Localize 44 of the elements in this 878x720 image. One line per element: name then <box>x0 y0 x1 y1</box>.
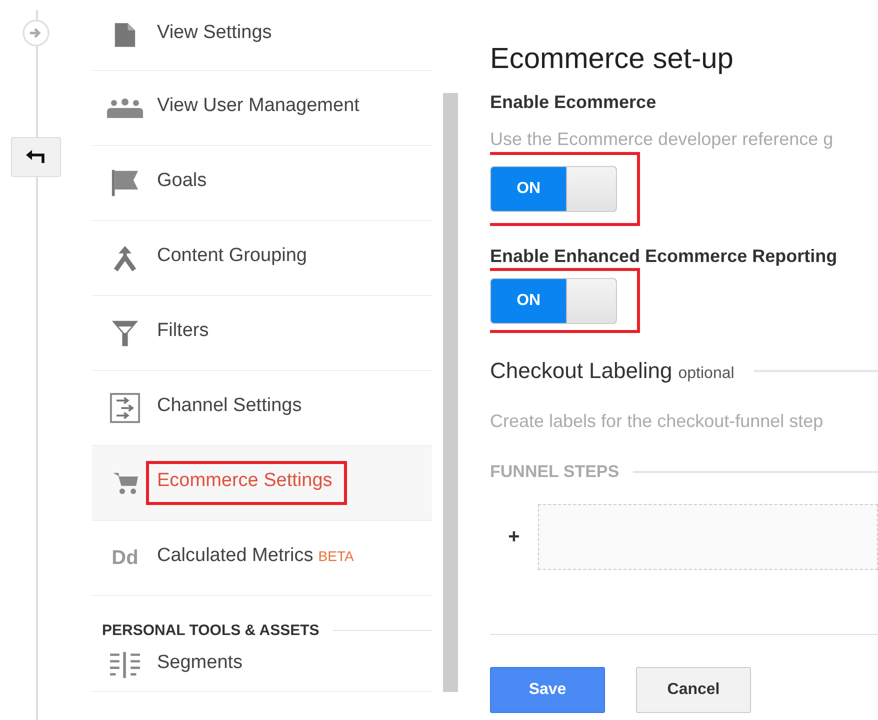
add-step-button[interactable]: + <box>490 526 538 548</box>
channel-settings-icon <box>110 393 140 423</box>
page-title: Ecommerce set-up <box>490 42 734 77</box>
sidebar-item-label: View User Management <box>157 95 360 117</box>
back-button[interactable] <box>11 137 61 177</box>
section-title: Checkout Labeling <box>490 358 672 384</box>
setting-label: Enable Ecommerce <box>490 92 658 113</box>
scrollbar[interactable] <box>443 93 458 692</box>
section-description: Create labels for the checkout-funnel step <box>490 411 824 432</box>
sidebar-item[interactable]: Ecommerce Settings <box>92 446 432 521</box>
sidebar-item[interactable]: Dd Calculated Metrics BETA <box>92 521 432 596</box>
cart-icon <box>112 471 138 495</box>
sidebar-item[interactable]: View Settings <box>92 0 432 71</box>
sidebar-item-label: View Settings <box>157 22 272 44</box>
back-arrow-icon <box>25 149 47 165</box>
document-icon <box>114 21 136 49</box>
setting-description: Use the Ecommerce developer reference g <box>490 129 834 150</box>
section-heading: PERSONAL TOOLS & ASSETS <box>102 622 320 639</box>
sidebar-item[interactable]: Filters <box>92 296 432 371</box>
cancel-button[interactable]: Cancel <box>636 667 751 713</box>
sidebar-item-label: Channel Settings <box>157 395 302 417</box>
toggle-switch[interactable]: ON <box>490 166 617 212</box>
forward-circle-icon[interactable] <box>22 19 50 47</box>
optional-note: optional <box>678 365 734 383</box>
setting-label: Enable Enhanced Ecommerce Reporting <box>490 246 838 267</box>
dd-icon: Dd <box>112 546 138 570</box>
beta-label: BETA <box>318 548 354 564</box>
sidebar-item[interactable]: Goals <box>92 146 432 221</box>
sidebar-item[interactable]: Content Grouping <box>92 221 432 296</box>
filter-icon <box>111 319 139 347</box>
sidebar-item-label: Ecommerce Settings <box>157 470 332 492</box>
sidebar-item[interactable]: Segments <box>92 639 432 692</box>
sidebar-item-label: Goals <box>157 170 207 192</box>
flag-icon <box>111 168 139 198</box>
sidebar-item[interactable]: View User Management <box>92 71 432 146</box>
merge-arrow-icon <box>113 244 137 272</box>
sidebar-item-label: Filters <box>157 320 209 342</box>
toggle-switch[interactable]: ON <box>490 278 617 324</box>
sidebar-item-label: Calculated Metrics <box>157 545 314 567</box>
sidebar-item-label: Content Grouping <box>157 245 307 267</box>
funnel-steps-heading: FUNNEL STEPS <box>490 462 620 482</box>
segments-icon <box>109 651 141 679</box>
people-icon <box>107 97 143 119</box>
sidebar-item-label: Segments <box>157 652 243 674</box>
